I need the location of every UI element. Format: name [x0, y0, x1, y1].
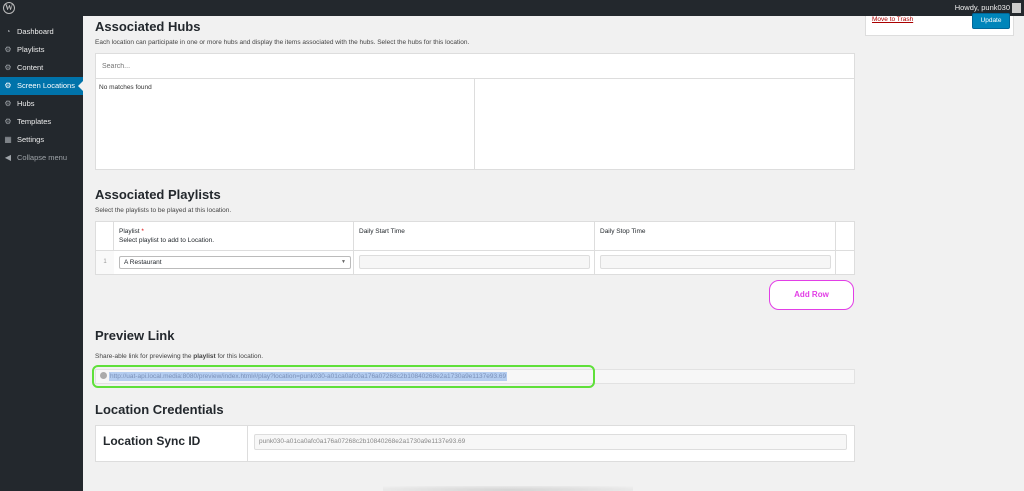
playlists-description: Select the playlists to be played at thi… — [95, 207, 232, 214]
preview-desc-post: for this location. — [215, 353, 264, 360]
move-to-trash-link[interactable]: Move to Trash — [872, 16, 913, 23]
preview-link-highlight — [92, 365, 595, 388]
gear-icon: ⚙ — [4, 45, 12, 54]
collapse-menu-label: Collapse menu — [17, 153, 68, 162]
preview-desc-pre: Share-able link for previewing the — [95, 353, 194, 360]
admin-sidebar: ◔ Dashboard ⚙ Playlists ⚙ Content ⚙ Scre… — [0, 16, 83, 491]
playlist-column-header: Playlist * Select playlist to add to Loc… — [114, 222, 219, 250]
sidebar-item-label: Content — [17, 63, 44, 72]
row-divider — [96, 250, 854, 251]
settings-icon: ▦ — [4, 135, 12, 144]
collapse-menu-button[interactable]: ◀ Collapse menu — [0, 149, 83, 167]
update-button[interactable]: Update — [972, 13, 1010, 29]
playlist-select-value: A Restaurant — [124, 259, 162, 266]
gear-icon: ⚙ — [4, 63, 12, 72]
preview-description: Share-able link for previewing the playl… — [95, 353, 263, 360]
hubs-search-input[interactable] — [96, 54, 854, 79]
playlists-table: Playlist * Select playlist to add to Loc… — [95, 221, 855, 275]
sync-id-label: Location Sync ID — [103, 434, 201, 448]
sidebar-item-screen-locations[interactable]: ⚙ Screen Locations — [0, 77, 83, 95]
sidebar-item-hubs[interactable]: ⚙ Hubs — [0, 95, 83, 113]
gear-icon: ⚙ — [4, 117, 12, 126]
avatar[interactable] — [1012, 3, 1021, 13]
sidebar-item-label: Screen Locations — [17, 81, 75, 90]
sidebar-item-playlists[interactable]: ⚙ Playlists — [0, 41, 83, 59]
sidebar-item-templates[interactable]: ⚙ Templates — [0, 113, 83, 131]
sidebar-item-content[interactable]: ⚙ Content — [0, 59, 83, 77]
start-time-header: Daily Start Time — [359, 228, 405, 235]
hubs-selector: No matches found — [95, 53, 855, 170]
playlist-header-sub: Select playlist to add to Location. — [119, 237, 215, 244]
credentials-divider — [247, 426, 248, 461]
sidebar-item-label: Templates — [17, 117, 52, 126]
hubs-title: Associated Hubs — [95, 19, 201, 34]
sync-id-field[interactable]: punk030-a01ca0afc0a176a07268c2b10840268e… — [254, 434, 847, 450]
playlist-header-label: Playlist — [119, 228, 140, 235]
collapse-icon: ◀ — [4, 153, 12, 162]
publish-box: Move to Trash Update — [865, 13, 1014, 36]
sidebar-item-label: Hubs — [17, 99, 35, 108]
daily-stop-time-input[interactable] — [600, 255, 831, 269]
hubs-available-list: No matches found — [96, 79, 475, 169]
gear-icon: ⚙ — [4, 99, 12, 108]
daily-start-time-input[interactable] — [359, 255, 590, 269]
hubs-description: Each location can participate in one or … — [95, 39, 470, 46]
chevron-down-icon: ▼ — [341, 259, 346, 265]
wordpress-logo-icon[interactable]: W — [3, 2, 15, 14]
sidebar-item-dashboard[interactable]: ◔ Dashboard — [0, 23, 83, 41]
preview-title: Preview Link — [95, 328, 175, 343]
howdy-user[interactable]: Howdy, punk030 — [955, 3, 1010, 12]
sidebar-item-settings[interactable]: ▦ Settings — [0, 131, 83, 149]
credentials-box: Location Sync ID punk030-a01ca0afc0a176a… — [95, 425, 855, 462]
sidebar-item-label: Playlists — [17, 45, 45, 54]
sidebar-item-label: Settings — [17, 135, 45, 144]
playlist-select[interactable]: A Restaurant ▼ — [119, 256, 351, 269]
dashboard-icon: ◔ — [5, 27, 11, 36]
gear-icon: ⚙ — [4, 81, 12, 90]
admin-bar: W Howdy, punk030 — [0, 0, 1024, 16]
credentials-title: Location Credentials — [95, 402, 224, 417]
sidebar-item-label: Dashboard — [17, 27, 54, 36]
required-marker: * — [141, 228, 144, 235]
no-matches-text: No matches found — [99, 84, 152, 91]
playlists-title: Associated Playlists — [95, 187, 221, 202]
preview-desc-bold: playlist — [193, 353, 216, 360]
add-row-button[interactable]: Add Row — [769, 280, 854, 310]
footer-shadow — [383, 486, 633, 491]
stop-time-header: Daily Stop Time — [600, 228, 646, 235]
row-number[interactable]: 1 — [96, 251, 114, 274]
main-content: Move to Trash Update Associated Hubs Eac… — [83, 13, 1024, 491]
hubs-selected-list — [476, 79, 854, 169]
